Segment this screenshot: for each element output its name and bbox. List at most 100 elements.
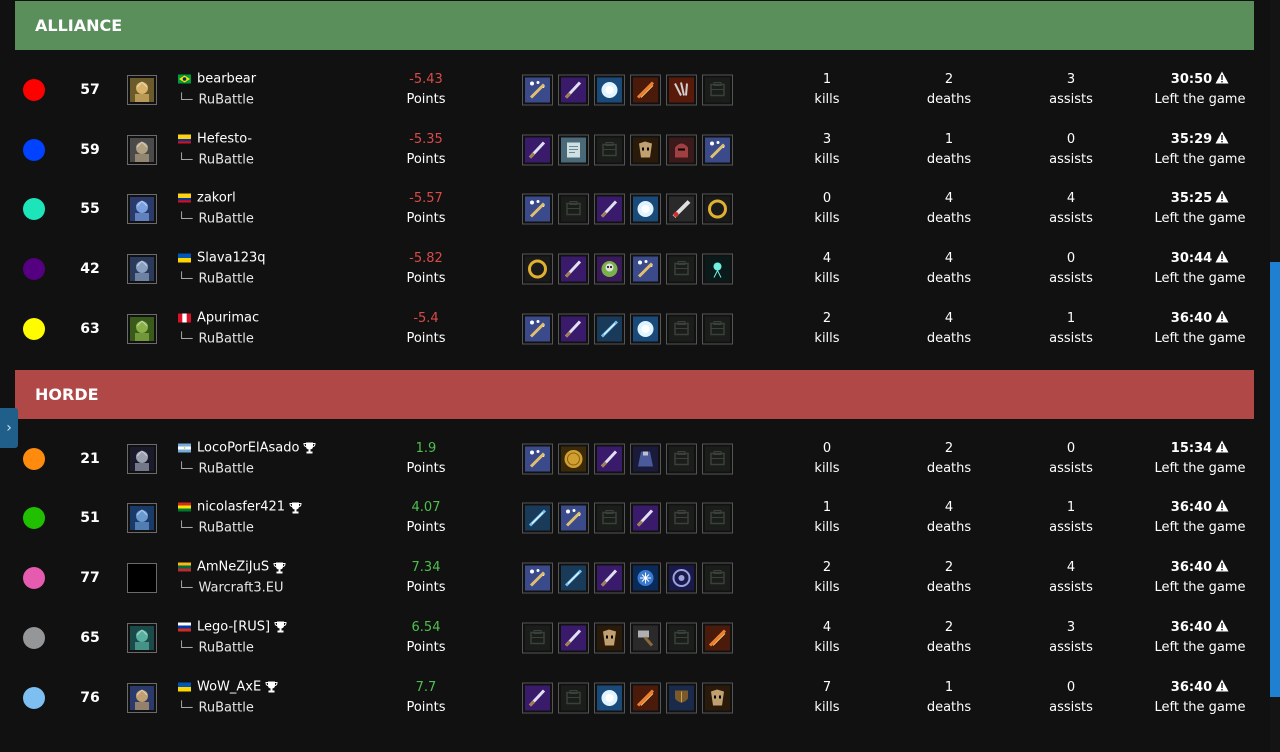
player-name-link[interactable]: nicolasfer421 [197, 498, 285, 518]
points-label: Points [406, 699, 446, 715]
player-name-link[interactable]: Lego-[RUS] [197, 617, 270, 637]
item-slot-empty [666, 313, 697, 345]
game-time-status: 36:40 Left the game [1145, 558, 1255, 598]
assists-label: assists [1049, 460, 1093, 476]
hero-avatar [127, 134, 157, 165]
assists-label: assists [1049, 520, 1093, 536]
assists-stat: 3 assists [1021, 70, 1121, 110]
assists-label: assists [1049, 91, 1093, 107]
warning-icon [1215, 440, 1229, 453]
flag-icon [178, 249, 197, 269]
item-slot-empty [666, 622, 697, 654]
kills-stat: 3 kills [777, 130, 877, 170]
team-name: ALLIANCE [35, 16, 123, 35]
assists-value: 0 [1066, 131, 1076, 147]
status-text: Left the game [1154, 91, 1246, 107]
player-row: 42 Slava123q └─ RuBattle -5.82 Points 4 k… [15, 239, 1254, 299]
item-slot-blade-blue [522, 502, 553, 534]
player-level: 77 [80, 570, 100, 587]
trophy-icon [289, 502, 302, 514]
item-slot-rune2 [666, 562, 697, 594]
server-name: RuBattle [198, 520, 254, 536]
scrollbar-thumb[interactable] [1270, 262, 1280, 697]
player-row: 65 Lego-[RUS] └─ RuBattle 6.54 Points 4 k… [15, 608, 1254, 668]
player-name-link[interactable]: AmNeZiJuS [197, 558, 269, 578]
points-label: Points [406, 91, 446, 107]
kills-value: 0 [822, 440, 832, 456]
player-name-link[interactable]: Apurimac [197, 308, 259, 328]
player-info: WoW_AxE └─ RuBattle [178, 677, 278, 718]
item-slot-sword-fire [702, 622, 733, 654]
status-text: Left the game [1154, 580, 1246, 596]
assists-label: assists [1049, 699, 1093, 715]
item-slot-wisp [702, 253, 733, 285]
game-time-status: 36:40 Left the game [1145, 309, 1255, 349]
kills-stat: 7 kills [777, 678, 877, 718]
item-slot-dagger [558, 253, 589, 285]
player-level: 76 [80, 689, 100, 706]
player-name-link[interactable]: WoW_AxE [197, 677, 261, 697]
points-value: -5.4 [413, 310, 439, 326]
player-color-dot [23, 507, 45, 530]
player-name-link[interactable]: LocoPorElAsado [197, 438, 299, 458]
deaths-stat: 4 deaths [899, 189, 999, 229]
assists-value: 3 [1066, 619, 1076, 635]
points-change: 4.07 Points [385, 498, 467, 538]
item-slot-dagger [522, 682, 553, 714]
points-change: 1.9 Points [385, 439, 467, 479]
player-color-dot [23, 626, 45, 649]
game-time-status: 15:34 Left the game [1145, 439, 1255, 479]
player-color-dot [23, 686, 45, 709]
player-color-dot [23, 138, 45, 161]
hero-avatar [127, 443, 157, 474]
game-time-status: 30:44 Left the game [1145, 249, 1255, 289]
player-name-link[interactable]: zakorl [197, 189, 236, 209]
game-time-status: 30:50 Left the game [1145, 70, 1255, 110]
item-slot-sword-fire [630, 74, 661, 106]
server-name: RuBattle [198, 92, 254, 108]
points-change: -5.43 Points [385, 70, 467, 110]
hero-avatar [127, 74, 157, 105]
player-name-link[interactable]: Hefesto- [197, 129, 252, 149]
player-name-link[interactable]: bearbear [197, 69, 256, 89]
tree-branch-icon: └─ [178, 211, 193, 226]
time-value: 15:34 [1170, 440, 1213, 456]
item-slot-sword-fire [630, 682, 661, 714]
kills-label: kills [814, 211, 840, 227]
player-row: 55 zakorl └─ RuBattle -5.57 Points 0 kill… [15, 180, 1254, 240]
game-time-status: 36:40 Left the game [1145, 498, 1255, 538]
team-roster-alliance: 57 bearbear └─ RuBattle -5.43 Points 1 ki… [15, 50, 1254, 370]
server-name: RuBattle [198, 331, 254, 347]
item-slot-scroll [558, 134, 589, 166]
points-value: 7.7 [415, 679, 437, 695]
player-color-dot [23, 258, 45, 281]
deaths-value: 2 [944, 560, 954, 576]
kills-value: 4 [822, 251, 832, 267]
assists-stat: 1 assists [1021, 309, 1121, 349]
points-value: -5.82 [409, 251, 443, 267]
points-value: 1.9 [415, 440, 437, 456]
kills-value: 0 [822, 191, 832, 207]
deaths-stat: 1 deaths [899, 130, 999, 170]
kills-value: 1 [822, 71, 832, 87]
points-change: 7.7 Points [385, 678, 467, 718]
player-name-link[interactable]: Slava123q [197, 249, 266, 269]
deaths-value: 1 [944, 131, 954, 147]
kills-value: 2 [822, 560, 832, 576]
kills-stat: 0 kills [777, 439, 877, 479]
deaths-value: 2 [944, 619, 954, 635]
warning-icon [1215, 619, 1229, 632]
points-change: 7.34 Points [385, 558, 467, 598]
deaths-value: 2 [944, 71, 954, 87]
flag-icon [178, 189, 197, 209]
warning-icon [1215, 131, 1229, 144]
item-slot-dagger [630, 502, 661, 534]
item-slot-staff [702, 134, 733, 166]
item-slot-empty [702, 313, 733, 345]
item-slot-hammer [630, 622, 661, 654]
assists-stat: 0 assists [1021, 439, 1121, 479]
server-name: RuBattle [198, 700, 254, 716]
deaths-label: deaths [926, 460, 972, 476]
side-panel-toggle[interactable]: › [0, 408, 18, 448]
player-info: bearbear └─ RuBattle [178, 69, 256, 110]
